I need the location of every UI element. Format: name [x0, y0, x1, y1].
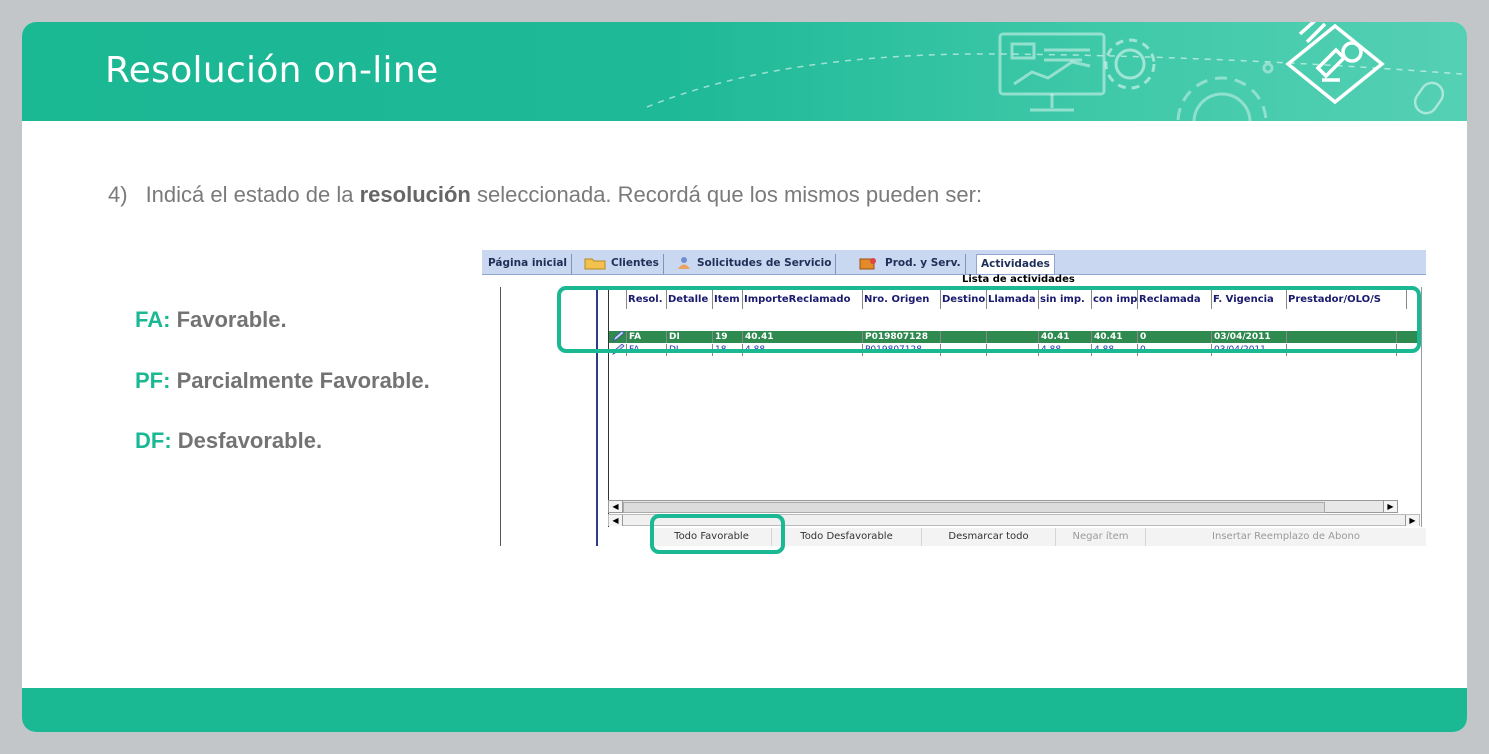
user-icon — [678, 257, 690, 269]
instruction-text-before: Indicá el estado de la — [145, 182, 354, 207]
legend-code: FA: — [135, 307, 171, 332]
mouse-icon — [1413, 81, 1445, 115]
tab-label: Página inicial — [488, 257, 568, 269]
tab-label: Clientes — [611, 257, 659, 269]
tab-bar: Página inicial Clientes Solicitudes de S… — [482, 250, 1426, 275]
instruction-text: 4) Indicá el estado de la resolución sele… — [108, 182, 982, 208]
tab-clientes[interactable]: Clientes — [580, 254, 664, 274]
horizontal-scrollbar[interactable]: ◀ ▶ — [608, 500, 1398, 513]
pencil-diamond-icon — [1285, 22, 1385, 105]
scroll-right-icon[interactable]: ▶ — [1383, 501, 1397, 512]
desmarcar-todo-button[interactable]: Desmarcar todo — [922, 528, 1056, 546]
insertar-reemplazo-button[interactable]: Insertar Reemplazo de Abono — [1146, 528, 1426, 546]
scroll-left-icon[interactable]: ◀ — [609, 515, 623, 526]
tab-pagina-inicial[interactable]: Página inicial — [484, 254, 573, 274]
tab-prod-serv[interactable]: Prod. y Serv. — [854, 254, 966, 274]
todo-favorable-highlight — [650, 514, 785, 554]
slide-header: Resolución on-line — [22, 22, 1467, 121]
rows-highlight — [557, 286, 1421, 353]
legend-pf: PF: Parcialmente Favorable. — [135, 368, 430, 394]
tab-solicitudes[interactable]: Solicitudes de Servicio — [672, 254, 837, 274]
tab-label: Prod. y Serv. — [885, 257, 961, 269]
legend-label: Desfavorable. — [177, 428, 323, 453]
scroll-left-icon[interactable]: ◀ — [609, 501, 623, 512]
instruction-bold: resolución — [359, 182, 471, 207]
legend-label: Favorable. — [176, 307, 287, 332]
legend-df: DF: Desfavorable. — [135, 428, 322, 454]
folder-icon — [584, 258, 606, 270]
legend-code: DF: — [135, 428, 172, 453]
legend-label: Parcialmente Favorable. — [176, 368, 430, 393]
gear-large-icon — [1176, 62, 1274, 121]
legend-fa: FA: Favorable. — [135, 307, 287, 333]
tab-label: Solicitudes de Servicio — [697, 257, 832, 269]
legend-code: PF: — [135, 368, 171, 393]
todo-desfavorable-button[interactable]: Todo Desfavorable — [772, 528, 922, 546]
scroll-right-icon[interactable]: ▶ — [1405, 515, 1419, 526]
tab-label: Actividades — [981, 258, 1050, 270]
instruction-text-after: seleccionada. Recordá que los mismos pue… — [477, 182, 983, 207]
instruction-number: 4) — [108, 182, 128, 207]
monitor-icon — [998, 32, 1106, 112]
slide-card: Resolución on-line 4) Indicá el estado de… — [22, 22, 1467, 732]
list-title: Lista de actividades — [962, 274, 1075, 285]
negar-item-button[interactable]: Negar ítem — [1056, 528, 1146, 546]
box-icon — [859, 258, 876, 270]
tab-actividades[interactable]: Actividades — [976, 254, 1055, 274]
page-title: Resolución on-line — [105, 50, 439, 91]
slide-footer — [22, 688, 1467, 732]
gear-icon — [1104, 38, 1156, 90]
scrollbar-thumb[interactable] — [623, 502, 1325, 513]
